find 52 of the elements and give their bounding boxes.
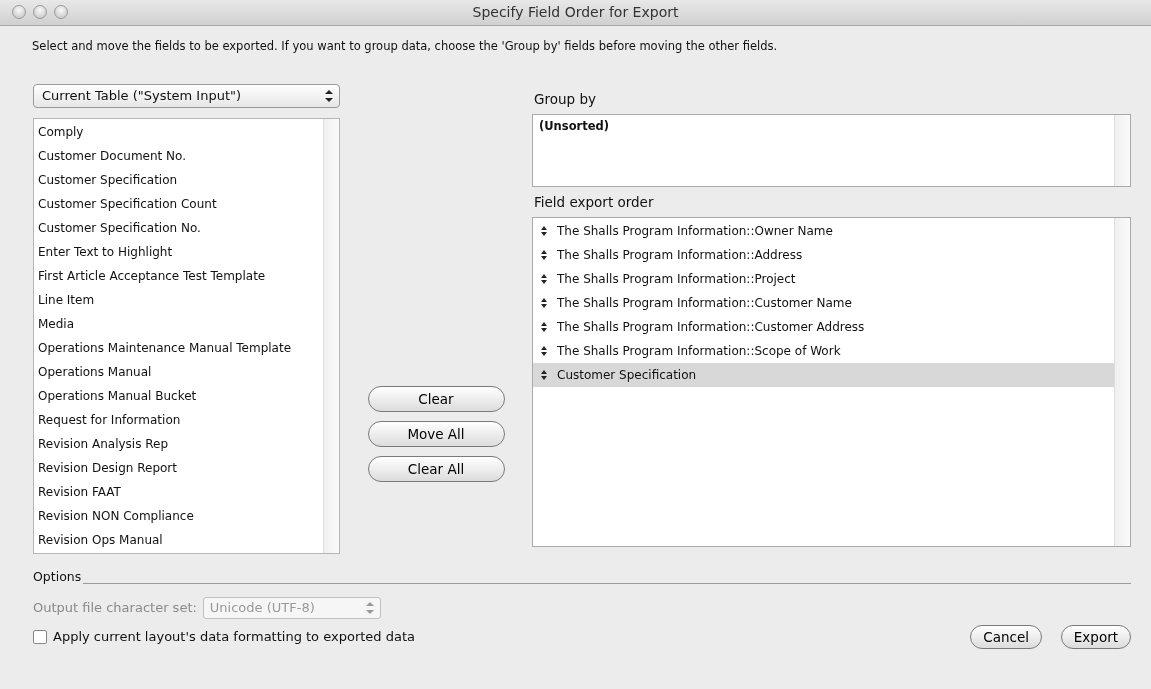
scrollbar[interactable] [323,119,339,553]
field-list-item[interactable]: Media [34,312,323,336]
drag-handle-icon[interactable] [541,250,547,260]
field-list-item[interactable]: Revision NON Compliance [34,504,323,528]
export-order-item[interactable]: The Shalls Program Information::Scope of Work [533,339,1114,363]
field-list-item[interactable]: Comply [34,120,323,144]
field-list-item[interactable]: Line Item [34,288,323,312]
checkbox[interactable] [33,629,47,644]
field-list-item[interactable]: Customer Document No. [34,144,323,168]
group-by-item[interactable]: (Unsorted) [539,118,1108,136]
move-button[interactable]: Clear [367,386,505,412]
field-list-item[interactable]: Customer Specification No. [34,216,323,240]
charset-label: Output file character set: [33,599,197,617]
instruction-text: Select and move the fields to be exported. If you want to group data, choose the 'Group by' fields before moving the other fields. [32,39,778,53]
dialog-button[interactable]: Cancel [970,624,1043,649]
scrollbar[interactable] [1114,218,1130,546]
updown-arrows-icon [325,90,333,102]
scrollbar[interactable] [1114,115,1130,186]
drag-handle-icon[interactable] [541,370,547,380]
drag-handle-icon[interactable] [541,346,547,356]
drag-handle-icon[interactable] [541,298,547,308]
move-button[interactable]: Move All [367,421,505,447]
field-list-item[interactable]: Revision Ops Manual [34,528,323,552]
field-list-item[interactable]: Operations Manual [34,360,323,384]
group-by-label: Group by [534,89,596,109]
export-order-label: Field export order [534,192,654,212]
window-title: Specify Field Order for Export [472,3,679,22]
move-button[interactable]: Clear All [367,456,505,482]
field-list-item[interactable]: Request for Information [34,408,323,432]
field-list-item[interactable]: Enter Text to Highlight [34,240,323,264]
drag-handle-icon[interactable] [541,226,547,236]
updown-arrows-icon [365,601,374,614]
field-list-item[interactable]: Revision FAAT [34,480,323,504]
field-list-item[interactable]: First Article Acceptance Test Template [34,264,323,288]
table-dropdown[interactable]: Current Table ("System Input") [33,84,340,108]
options-heading: Options [33,568,82,586]
export-order-item[interactable]: The Shalls Program Information::Owner Name [533,219,1114,243]
export-order-item[interactable]: Customer Specification [533,363,1114,387]
export-order-item[interactable]: The Shalls Program Information::Customer Address [533,315,1114,339]
field-list-item[interactable]: Revision Analysis Rep [34,432,323,456]
drag-handle-icon[interactable] [541,274,547,284]
export-order-item[interactable]: The Shalls Program Information::Project [533,267,1114,291]
checkbox-label: Apply current layout's data formatting to exported data [53,628,415,646]
dialog-button[interactable]: Export [1060,624,1131,649]
field-list-item[interactable]: Customer Specification [34,168,323,192]
field-list-item[interactable]: Operations Manual Bucket [34,384,323,408]
field-list-item[interactable]: Operations Maintenance Manual Template [34,336,323,360]
field-list-item[interactable]: Revision Design Report [34,456,323,480]
field-list-item[interactable]: Customer Specification Count [34,192,323,216]
export-order-item[interactable]: The Shalls Program Information::Customer Name [533,291,1114,315]
drag-handle-icon[interactable] [541,322,547,332]
export-order-item[interactable]: The Shalls Program Information::Address [533,243,1114,267]
